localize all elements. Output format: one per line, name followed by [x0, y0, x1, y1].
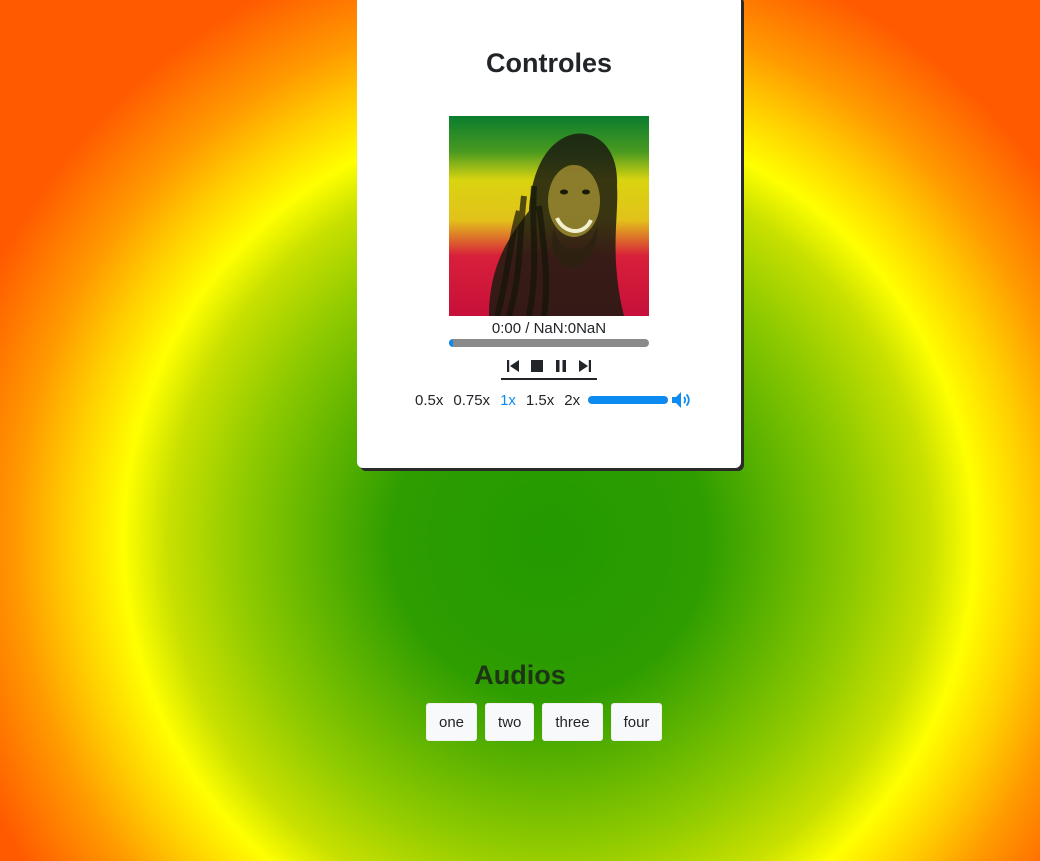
volume-fill	[588, 396, 669, 404]
player-card: Controles 0:00 / NaN:0NaN 0.5x 0.75x 1x …	[357, 0, 741, 468]
player-title: Controles	[485, 48, 612, 78]
audio-button-one[interactable]: one	[426, 703, 478, 741]
skip-previous-icon[interactable]	[505, 358, 521, 374]
audio-button-three[interactable]: three	[542, 703, 603, 741]
audio-button-two[interactable]: two	[485, 703, 535, 741]
volume-icon[interactable]	[670, 389, 692, 411]
skip-next-icon[interactable]	[577, 358, 593, 374]
playback-controls	[501, 354, 597, 380]
volume-slider[interactable]	[588, 396, 669, 404]
audios-title: Audios	[474, 660, 566, 690]
stop-icon[interactable]	[529, 358, 545, 374]
progress-bar[interactable]	[449, 339, 649, 347]
pause-icon[interactable]	[553, 358, 569, 374]
speed-option-1x[interactable]: 1x	[500, 392, 516, 409]
speed-option-0-5x[interactable]: 0.5x	[415, 392, 443, 409]
time-display: 0:00 / NaN:0NaN	[491, 320, 607, 337]
speed-selector: 0.5x 0.75x 1x 1.5x 2x	[415, 390, 692, 410]
audio-button-group: one two three four	[426, 703, 663, 741]
album-cover-image	[449, 116, 649, 316]
audio-button-four[interactable]: four	[610, 703, 663, 741]
progress-fill	[449, 339, 453, 347]
speed-option-0-75x[interactable]: 0.75x	[453, 392, 490, 409]
speed-option-2x[interactable]: 2x	[564, 392, 580, 409]
speed-option-1-5x[interactable]: 1.5x	[526, 392, 554, 409]
